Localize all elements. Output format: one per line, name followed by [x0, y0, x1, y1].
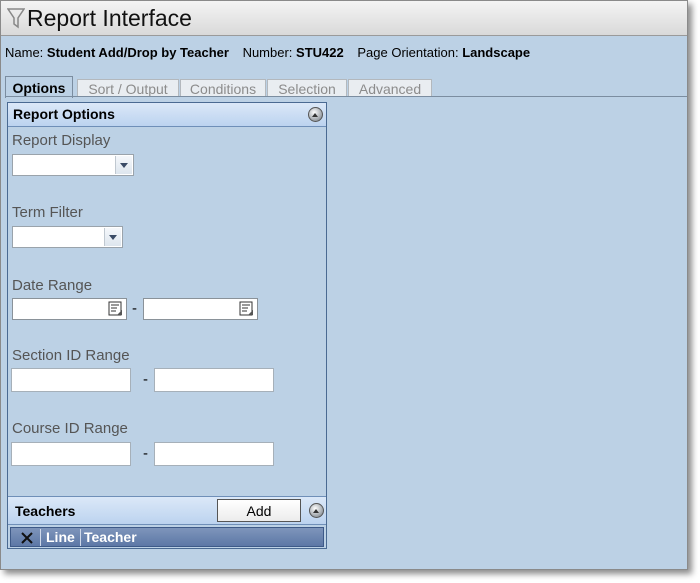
tab-sort-output[interactable]: Sort / Output	[77, 79, 179, 97]
tab-divider	[5, 96, 687, 97]
panel-title: Report Options	[13, 106, 115, 122]
calendar-icon[interactable]	[239, 301, 255, 317]
course-id-label: Course ID Range	[12, 420, 128, 437]
section-range-separator: -	[143, 371, 148, 388]
term-filter-select[interactable]	[12, 226, 123, 248]
tab-conditions[interactable]: Conditions	[180, 79, 266, 97]
course-range-separator: -	[143, 445, 148, 462]
teachers-header: Teachers Add	[8, 496, 326, 525]
funnel-icon	[7, 8, 25, 29]
column-header-teacher[interactable]: Teacher	[82, 529, 322, 546]
date-range-separator: -	[132, 300, 137, 317]
date-range-label: Date Range	[12, 277, 93, 294]
name-value: Student Add/Drop by Teacher	[46, 45, 229, 60]
title-bar: Report Interface	[1, 1, 687, 36]
x-icon	[20, 532, 33, 544]
teachers-title: Teachers	[15, 503, 76, 519]
window-title: Report Interface	[27, 5, 192, 31]
tab-options[interactable]: Options	[5, 76, 73, 98]
panel-header: Report Options	[8, 103, 326, 127]
report-window: Report Interface Name: Student Add/Drop …	[0, 0, 688, 570]
course-from-input[interactable]	[11, 442, 131, 466]
chevron-down-icon[interactable]	[104, 228, 121, 246]
orientation-value: Landscape	[462, 45, 531, 60]
section-to-input[interactable]	[154, 368, 274, 392]
teachers-grid-header: Line Teacher	[10, 527, 324, 547]
column-header-line[interactable]: Line	[43, 529, 81, 546]
add-teacher-button[interactable]: Add	[217, 499, 301, 522]
tab-advanced[interactable]: Advanced	[348, 79, 432, 97]
delete-column-header	[13, 529, 41, 546]
name-label: Name:	[5, 45, 44, 60]
report-info: Name: Student Add/Drop by Teacher Number…	[5, 45, 530, 60]
chevron-down-icon[interactable]	[115, 156, 132, 174]
number-label: Number:	[242, 45, 293, 60]
section-from-input[interactable]	[11, 368, 131, 392]
report-options-panel: Report Options Report Display Term Filte…	[7, 102, 327, 549]
section-id-label: Section ID Range	[12, 347, 130, 364]
tab-selection[interactable]: Selection	[267, 79, 347, 97]
orientation-label: Page Orientation:	[357, 45, 459, 60]
collapse-icon[interactable]	[309, 503, 324, 518]
number-value: STU422	[296, 45, 344, 60]
calendar-icon[interactable]	[108, 301, 124, 317]
date-from-input[interactable]	[12, 298, 127, 320]
course-to-input[interactable]	[154, 442, 274, 466]
term-filter-label: Term Filter	[12, 204, 83, 221]
date-to-input[interactable]	[143, 298, 258, 320]
report-display-label: Report Display	[12, 132, 111, 149]
report-display-select[interactable]	[12, 154, 134, 176]
collapse-icon[interactable]	[308, 107, 323, 122]
